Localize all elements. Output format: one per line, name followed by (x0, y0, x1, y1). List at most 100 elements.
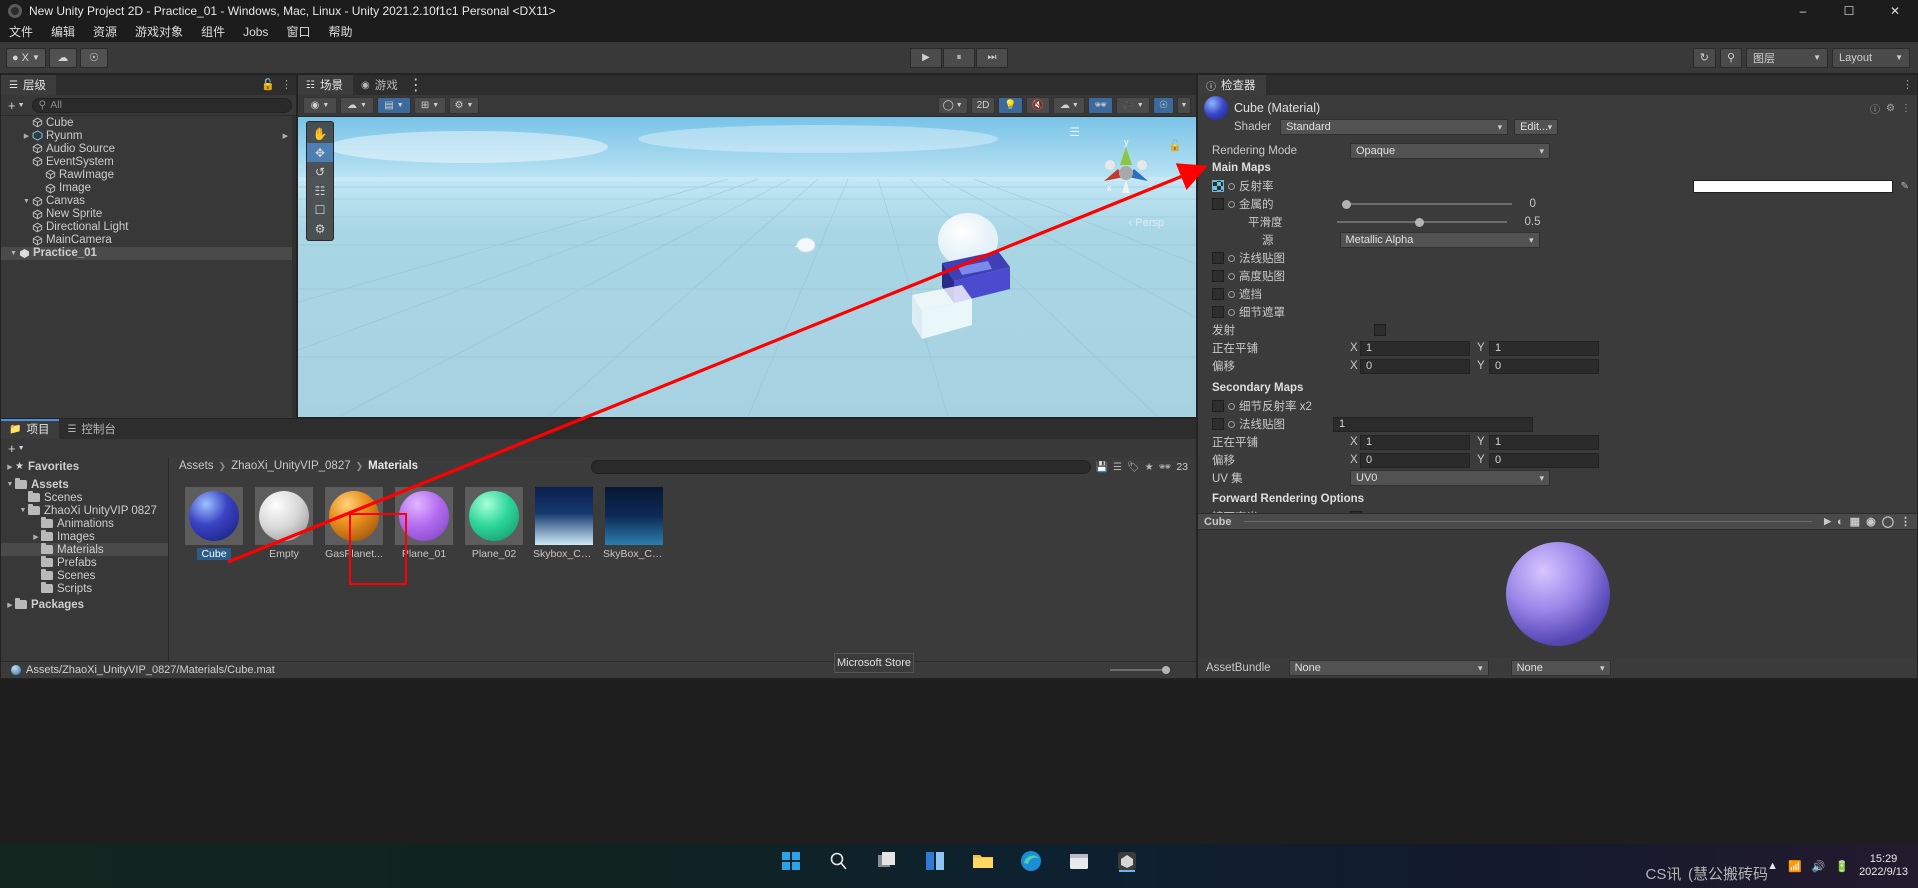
hierarchy-scrollbar[interactable] (292, 116, 296, 418)
rendering-mode-dropdown[interactable]: Opaque (1350, 143, 1550, 159)
project-tree-item[interactable]: Scenes (1, 569, 168, 582)
secondary-tiling-x-input[interactable]: 1 (1360, 435, 1470, 450)
tab-scene[interactable]: ☷ 场景 (298, 75, 353, 95)
uv-set-dropdown[interactable]: UV0 (1350, 470, 1550, 486)
account-button[interactable]: ● X ▼ (6, 48, 46, 68)
normal-map-radio[interactable] (1228, 255, 1235, 262)
assetbundle-dropdown[interactable]: None (1289, 660, 1489, 676)
gizmos-toggle[interactable]: ☉ (1153, 97, 1174, 114)
tab-inspector[interactable]: ⓘ 检查器 (1198, 75, 1266, 95)
hierarchy-add-button[interactable]: + ▼ (5, 98, 28, 113)
tab-game[interactable]: ◉ 游戏 (353, 75, 408, 95)
occlusion-texture-slot[interactable] (1212, 288, 1224, 300)
project-tree-item[interactable]: Materials (1, 543, 168, 556)
project-tree-item[interactable]: Scripts (1, 582, 168, 595)
layout-dropdown[interactable]: Layout ▼ (1832, 48, 1910, 68)
twisty-icon[interactable]: ▶ (5, 463, 15, 471)
menu-item-edit[interactable]: 编辑 (42, 22, 84, 42)
hand-tool-button[interactable]: ✋ (307, 124, 333, 143)
label-icon[interactable]: 🏷 (1127, 462, 1140, 473)
secondary-normal-radio[interactable] (1228, 421, 1235, 428)
unlock-icon[interactable]: 🔓 (1168, 139, 1182, 152)
project-tree-item[interactable]: ▶Packages (1, 598, 168, 611)
project-tree-item[interactable]: ▶Images (1, 530, 168, 543)
project-tree-item[interactable]: Prefabs (1, 556, 168, 569)
hierarchy-item[interactable]: ▼Practice_01 (1, 247, 296, 260)
shader-edit-button[interactable]: Edit... (1514, 119, 1558, 135)
normal-map-texture-slot[interactable] (1212, 252, 1224, 264)
secondary-offset-y-input[interactable]: 0 (1489, 453, 1599, 468)
menu-item-file[interactable]: 文件 (0, 22, 42, 42)
tab-project[interactable]: 📁 项目 (1, 419, 59, 439)
smoothness-value[interactable]: 0.5 (1525, 216, 1541, 228)
metallic-slider[interactable] (1342, 197, 1512, 211)
scene-lighting-dropdown[interactable]: ▤ ▼ (377, 97, 411, 114)
project-tree-item[interactable]: ▼Assets (1, 478, 168, 491)
albedo-color-field[interactable] (1693, 180, 1893, 193)
chevron-up-icon[interactable]: ▲ (1767, 860, 1778, 872)
project-search-input[interactable] (591, 460, 1091, 474)
shader-dropdown[interactable]: Standard (1280, 119, 1508, 135)
hierarchy-item[interactable]: Directional Light (1, 221, 296, 234)
asset-item[interactable]: Skybox_Ca... (533, 487, 595, 560)
tab-console[interactable]: ☰ 控制台 (59, 419, 125, 439)
detail-mask-radio[interactable] (1228, 309, 1235, 316)
network-icon[interactable]: 📶 (1788, 860, 1802, 873)
metallic-texture-slot[interactable] (1212, 198, 1224, 210)
secondary-normal-texture-slot[interactable] (1212, 418, 1224, 430)
albedo-texture-slot[interactable] (1212, 180, 1224, 192)
preview-play-icon[interactable]: ▶ (1824, 516, 1831, 527)
start-icon[interactable] (778, 848, 804, 874)
tiling-y-input[interactable]: 1 (1489, 341, 1599, 356)
hierarchy-item[interactable]: EventSystem (1, 155, 296, 168)
hierarchy-search-input[interactable]: ⚲ All (32, 98, 292, 113)
hidden-objects-icon[interactable]: 🕶 (1159, 462, 1172, 473)
preview-color-icon[interactable]: ◉ (1866, 515, 1876, 528)
hierarchy-item[interactable]: ▶Ryunm▶ (1, 129, 296, 142)
hierarchy-item[interactable]: Cube (1, 116, 296, 129)
preview-shape-icon[interactable]: ◯ (1882, 515, 1894, 528)
twisty-icon[interactable]: ▶ (5, 601, 15, 609)
preview-grid-icon[interactable]: ▦ (1850, 515, 1860, 528)
panel-menu-icon[interactable]: ⋮ (1902, 78, 1913, 91)
twisty-icon[interactable]: ▼ (8, 250, 19, 257)
view-options-icon[interactable]: ☰ (1069, 125, 1080, 139)
hierarchy-item[interactable]: MainCamera (1, 234, 296, 247)
project-tree-item[interactable]: Scenes (1, 491, 168, 504)
project-tree-item[interactable]: ▼ZhaoXi UnityVIP 0827 (1, 504, 168, 517)
collab-button[interactable]: ☉ (80, 48, 108, 68)
battery-icon[interactable]: 🔋 (1835, 860, 1849, 873)
offset-y-input[interactable]: 0 (1489, 359, 1599, 374)
search-button[interactable]: ⚲ (1720, 48, 1742, 68)
unity-icon[interactable] (1114, 848, 1140, 874)
twisty-icon[interactable]: ▼ (21, 198, 32, 205)
perspective-label[interactable]: ‹ Persp (1129, 217, 1164, 229)
history-button[interactable]: ↻ (1693, 48, 1716, 68)
secondary-normal-input[interactable]: 1 (1333, 417, 1533, 432)
star-icon[interactable]: ★ (1145, 462, 1154, 473)
detail-albedo-texture-slot[interactable] (1212, 400, 1224, 412)
asset-item[interactable]: Plane_02 (463, 487, 525, 560)
scene-view-gizmo[interactable]: x y z (1090, 135, 1162, 207)
asset-item[interactable]: Empty (253, 487, 315, 560)
inspector-menu-icon[interactable]: ⋮ (1901, 103, 1911, 114)
scene-viewport[interactable]: ✋ ✥ ↺ ☷ ☐ ⚙ x y z ‹ Persp 🔓 ☰ (298, 117, 1196, 417)
preview-lighting-icon[interactable]: ◐ (1837, 516, 1844, 528)
menu-item-gameobject[interactable]: 游戏对象 (126, 22, 192, 42)
filter-icon[interactable]: ☰ (1113, 462, 1122, 473)
project-add-button[interactable]: + ▼ (5, 441, 28, 456)
project-tree-item[interactable]: ▶★Favorites (1, 460, 168, 473)
hierarchy-item[interactable]: Image (1, 181, 296, 194)
secondary-tiling-y-input[interactable]: 1 (1489, 435, 1599, 450)
twisty-icon[interactable]: ▶ (21, 132, 32, 140)
breadcrumb-materials[interactable]: Materials (368, 460, 418, 472)
asset-item[interactable]: SkyBox_Co... (603, 487, 665, 560)
chevron-right-icon[interactable]: ▶ (283, 132, 288, 140)
hidden-objects-toggle[interactable]: 🕶 (1088, 97, 1113, 114)
breadcrumb-assets[interactable]: Assets (179, 460, 214, 472)
move-tool-button[interactable]: ✥ (307, 143, 333, 162)
menu-item-component[interactable]: 组件 (192, 22, 234, 42)
shading-mode-dropdown[interactable]: ◉ ▼ (303, 97, 337, 114)
widgets-icon[interactable] (922, 848, 948, 874)
height-map-radio[interactable] (1228, 273, 1235, 280)
